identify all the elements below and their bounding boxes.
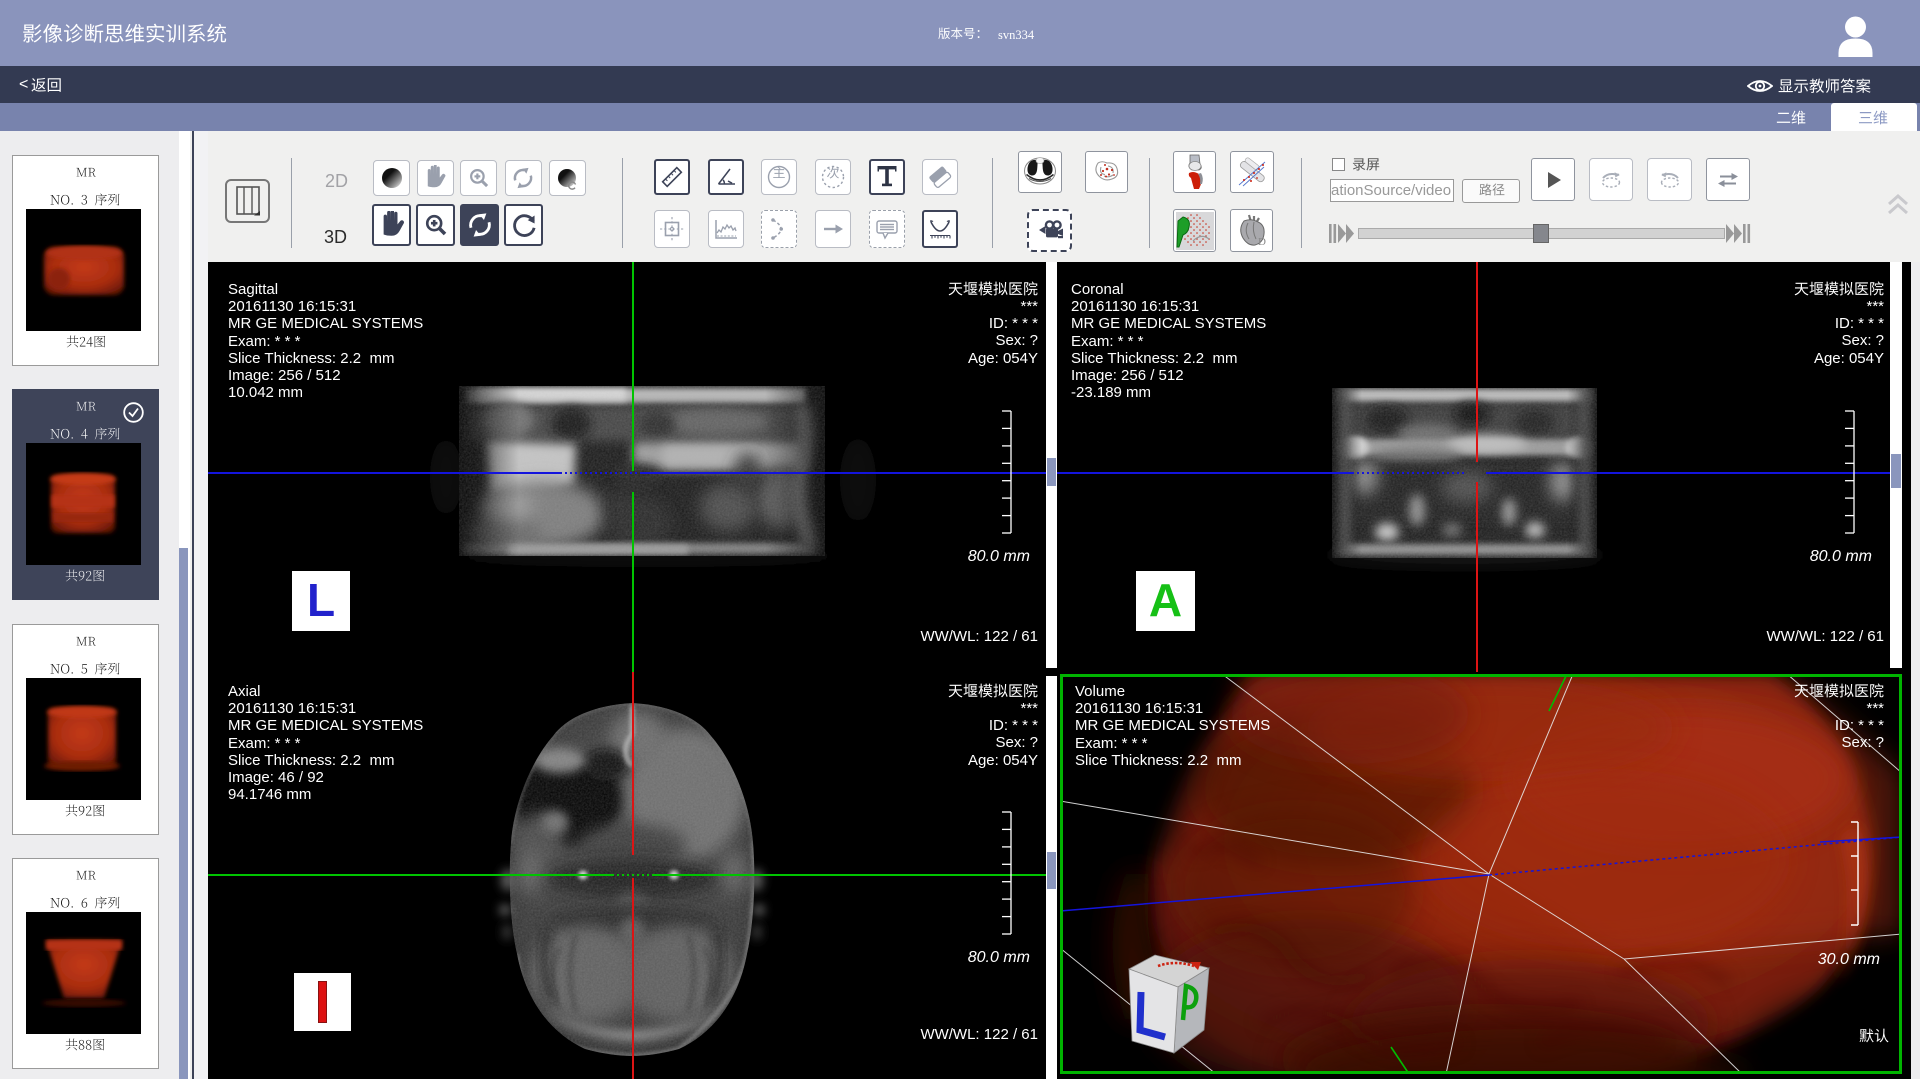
svg-text:D: D: [1258, 236, 1266, 248]
